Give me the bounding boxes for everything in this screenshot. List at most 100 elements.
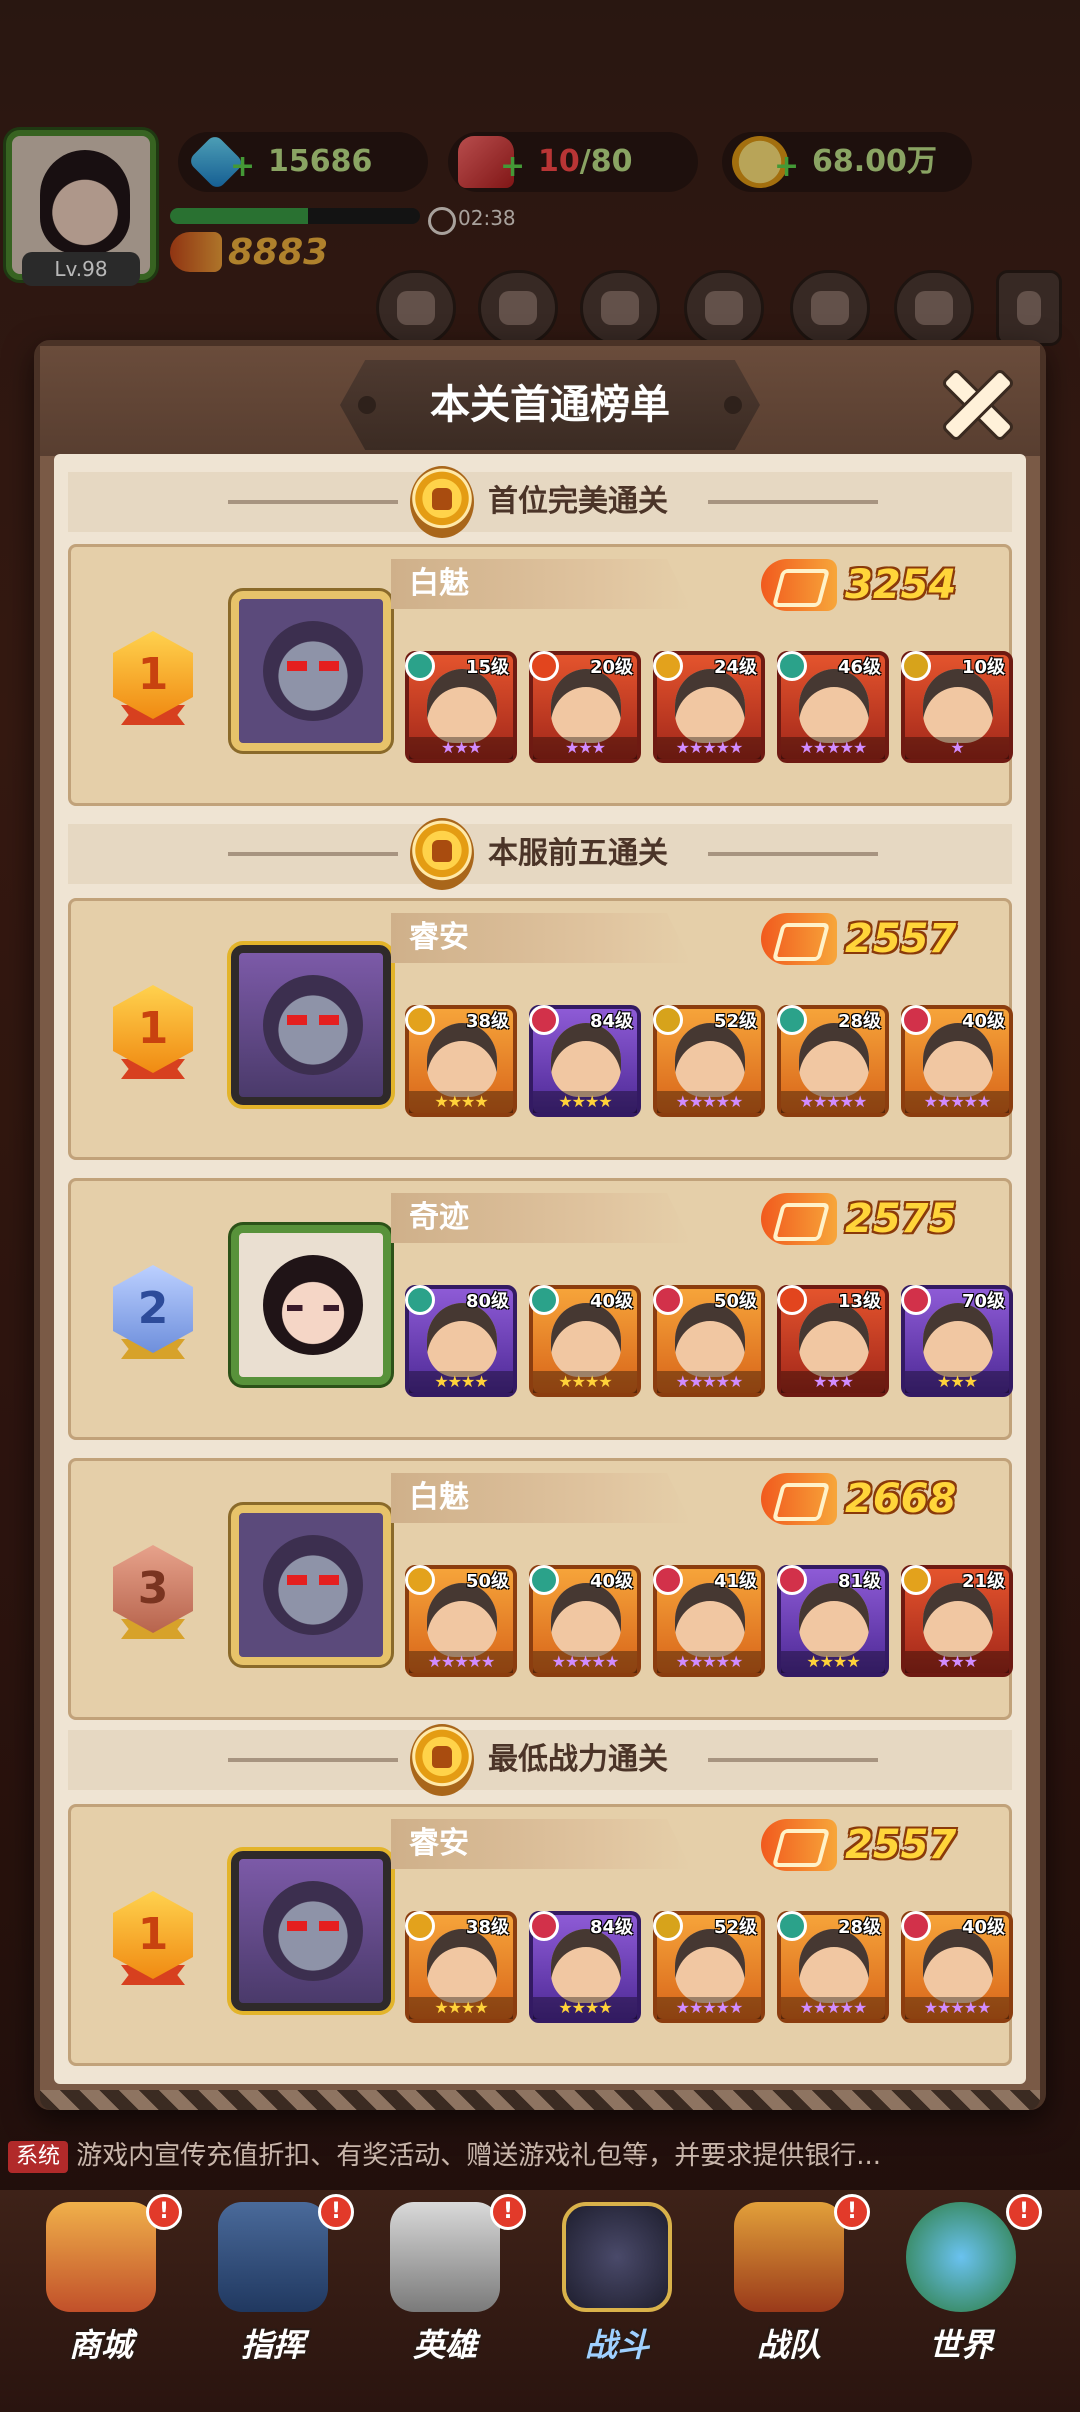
hero-portrait bbox=[799, 1023, 869, 1097]
bottom-nav: ! 商城 ! 指挥 ! 英雄 战斗 ! 战队 ! 世界 bbox=[0, 2190, 1080, 2412]
nav-battle[interactable]: 战斗 bbox=[532, 2190, 702, 2400]
hero-card[interactable]: 41级 ★★★★★ bbox=[653, 1565, 765, 1677]
shop-icon bbox=[46, 2202, 156, 2312]
hero-card[interactable]: 20级 ★★★ bbox=[529, 651, 641, 763]
nav-shop[interactable]: ! 商城 bbox=[16, 2190, 186, 2400]
hero-level: 10级 bbox=[961, 657, 1005, 678]
player-avatar[interactable] bbox=[231, 945, 391, 1105]
power-value: 2668 bbox=[845, 1476, 957, 1522]
player-name: 白魅 bbox=[409, 566, 469, 601]
section-label: 本服前五通关 bbox=[488, 836, 668, 871]
hero-level: 40级 bbox=[961, 1011, 1005, 1032]
hero-card[interactable]: 13级 ★★★ bbox=[777, 1285, 889, 1397]
hero-card[interactable]: 10级 ★ bbox=[901, 651, 1013, 763]
rank-medal-icon: 1 bbox=[103, 621, 203, 729]
hero-portrait bbox=[551, 1023, 621, 1097]
hero-level: 28级 bbox=[837, 1917, 881, 1938]
player-avatar[interactable] bbox=[231, 1851, 391, 2011]
entry-lowest-1[interactable]: 1 睿安 2557 38级 ★★★★ 84级 ★★★★ 52级 ★★★★★ 28级 ★★★★★… bbox=[68, 1804, 1013, 2066]
entry-perfect-1[interactable]: 1 白魅 3254 15级 ★★★ 20级 ★★★ 24级 ★★★★★ 46级 ★★★★★ 10… bbox=[68, 544, 1013, 806]
hero-card[interactable]: 38级 ★★★★ bbox=[405, 1911, 517, 2023]
hero-card[interactable]: 52级 ★★★★★ bbox=[653, 1005, 765, 1117]
section-lowest-power: 最低战力通关 bbox=[68, 1724, 1012, 1796]
gold-element-icon bbox=[901, 651, 931, 681]
hero-level: 50级 bbox=[465, 1571, 509, 1592]
hero-level: 24级 bbox=[713, 657, 757, 678]
hero-portrait bbox=[675, 669, 745, 743]
hero-portrait bbox=[427, 1023, 497, 1097]
hero-level: 15级 bbox=[465, 657, 509, 678]
hero-stars: ★★★★★ bbox=[657, 1371, 761, 1393]
nav-team[interactable]: ! 战队 bbox=[704, 2190, 874, 2400]
hero-card[interactable]: 28级 ★★★★★ bbox=[777, 1005, 889, 1117]
hero-card[interactable]: 50级 ★★★★★ bbox=[405, 1565, 517, 1677]
first-clear-ranking-modal: 本关首通榜单 首位完美通关 1 白魅 3254 15级 ★★★ 20级 ★★★ … bbox=[34, 340, 1046, 2110]
hero-card[interactable]: 40级 ★★★★★ bbox=[529, 1565, 641, 1677]
hero-stars: ★★★ bbox=[905, 1651, 1009, 1673]
hero-card[interactable]: 46级 ★★★★★ bbox=[777, 651, 889, 763]
hero-card[interactable]: 84级 ★★★★ bbox=[529, 1911, 641, 2023]
hero-card[interactable]: 15级 ★★★ bbox=[405, 651, 517, 763]
hero-lineup: 50级 ★★★★★ 40级 ★★★★★ 41级 ★★★★★ 81级 ★★★★ 21级 ★★★ bbox=[405, 1565, 1013, 1681]
nav-label: 英雄 bbox=[412, 2326, 477, 2364]
hero-card[interactable]: 40级 ★★★★★ bbox=[901, 1005, 1013, 1117]
hero-card[interactable]: 81级 ★★★★ bbox=[777, 1565, 889, 1677]
player-avatar[interactable] bbox=[231, 1505, 391, 1665]
globe-icon bbox=[906, 2202, 1016, 2312]
blood-element-icon bbox=[901, 1285, 931, 1315]
hero-level: 20级 bbox=[589, 657, 633, 678]
hero-stars: ★★★★ bbox=[533, 1997, 637, 2019]
entry-top5-1[interactable]: 1 睿安 2557 38级 ★★★★ 84级 ★★★★ 52级 ★★★★★ 28级 ★★★★★… bbox=[68, 898, 1013, 1160]
hero-card[interactable]: 40级 ★★★★ bbox=[529, 1285, 641, 1397]
close-icon[interactable] bbox=[932, 358, 1018, 444]
hero-stars: ★★★★ bbox=[409, 1997, 513, 2019]
hero-portrait bbox=[551, 1929, 621, 2003]
nav-world[interactable]: ! 世界 bbox=[876, 2190, 1046, 2400]
wind-element-icon bbox=[405, 651, 435, 681]
power-display: 3254 bbox=[761, 557, 1001, 613]
hero-card[interactable]: 40级 ★★★★★ bbox=[901, 1911, 1013, 2023]
system-chat-line[interactable]: 系统 游戏内宣传充值折扣、有奖活动、赠送游戏礼包等，并要求提供银行... bbox=[0, 2132, 1080, 2180]
hero-stars: ★★★ bbox=[781, 1371, 885, 1393]
hero-stars: ★★★★ bbox=[533, 1091, 637, 1113]
player-avatar[interactable] bbox=[231, 1225, 391, 1385]
hero-level: 46级 bbox=[837, 657, 881, 678]
nav-label: 战斗 bbox=[584, 2326, 649, 2364]
power-display: 2668 bbox=[761, 1471, 1001, 1527]
hero-card[interactable]: 28级 ★★★★★ bbox=[777, 1911, 889, 2023]
power-value: 3254 bbox=[845, 562, 957, 608]
hero-card[interactable]: 70级 ★★★ bbox=[901, 1285, 1013, 1397]
hero-level: 21级 bbox=[961, 1571, 1005, 1592]
nav-label: 世界 bbox=[928, 2326, 993, 2364]
section-perfect-clear: 首位完美通关 bbox=[68, 466, 1012, 538]
hero-portrait bbox=[923, 1023, 993, 1097]
power-icon bbox=[761, 559, 837, 611]
notification-badge: ! bbox=[834, 2194, 870, 2230]
section-label: 最低战力通关 bbox=[488, 1742, 668, 1777]
power-icon bbox=[761, 913, 837, 965]
nav-command[interactable]: ! 指挥 bbox=[188, 2190, 358, 2400]
hero-card[interactable]: 52级 ★★★★★ bbox=[653, 1911, 765, 2023]
player-avatar[interactable] bbox=[231, 591, 391, 751]
hero-card[interactable]: 38级 ★★★★ bbox=[405, 1005, 517, 1117]
arrow-element-icon bbox=[901, 1565, 931, 1595]
hero-stars: ★ bbox=[905, 737, 1009, 759]
entry-top5-3[interactable]: 3 白魅 2668 50级 ★★★★★ 40级 ★★★★★ 41级 ★★★★★ 81级 ★★★… bbox=[68, 1458, 1013, 1720]
notification-badge: ! bbox=[318, 2194, 354, 2230]
hero-card[interactable]: 80级 ★★★★ bbox=[405, 1285, 517, 1397]
hero-level: 38级 bbox=[465, 1011, 509, 1032]
modal-title: 本关首通榜单 bbox=[430, 382, 670, 428]
hero-card[interactable]: 50级 ★★★★★ bbox=[653, 1285, 765, 1397]
hero-portrait bbox=[551, 1303, 621, 1377]
hero-level: 80级 bbox=[465, 1291, 509, 1312]
nav-heroes[interactable]: ! 英雄 bbox=[360, 2190, 530, 2400]
hero-stars: ★★★★ bbox=[409, 1371, 513, 1393]
power-value: 2575 bbox=[845, 1196, 957, 1242]
rank-medal-icon: 2 bbox=[103, 1255, 203, 1363]
section-server-top5: 本服前五通关 bbox=[68, 818, 1012, 890]
hero-card[interactable]: 84级 ★★★★ bbox=[529, 1005, 641, 1117]
hero-card[interactable]: 21级 ★★★ bbox=[901, 1565, 1013, 1677]
hero-card[interactable]: 24级 ★★★★★ bbox=[653, 651, 765, 763]
hero-stars: ★★★★ bbox=[781, 1651, 885, 1673]
entry-top5-2[interactable]: 2 奇迹 2575 80级 ★★★★ 40级 ★★★★ 50级 ★★★★★ 13级 ★★★ 70… bbox=[68, 1178, 1013, 1440]
